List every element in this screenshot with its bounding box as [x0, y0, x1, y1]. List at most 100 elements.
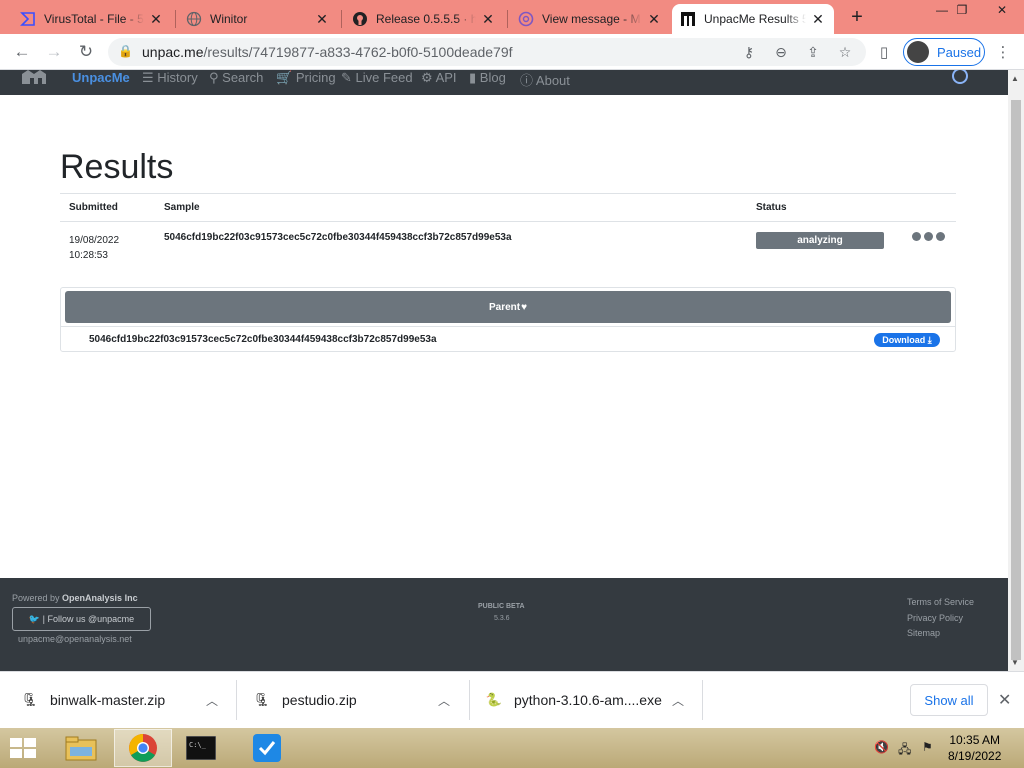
download-item[interactable]: 🗜 pestudio.zip ︿	[232, 678, 468, 722]
sitemap-link[interactable]: Sitemap	[907, 628, 940, 638]
book-icon: ▮	[469, 70, 477, 85]
reload-icon[interactable]: ↻	[74, 40, 98, 64]
nav-blog[interactable]: ▮ Blog	[469, 70, 506, 86]
tab-view-message[interactable]: View message - M ✕	[510, 4, 670, 34]
vertical-scrollbar[interactable]: ▲ ▼	[1008, 70, 1024, 671]
profile-button[interactable]: Paused	[903, 38, 985, 66]
close-icon[interactable]: ✕	[646, 11, 662, 27]
tab-separator	[175, 10, 176, 28]
site-brand[interactable]: UnpacMe	[72, 70, 130, 85]
sample-hash-link[interactable]: 5046cfd19bc22f03c91573cec5c72c0fbe30344f…	[164, 232, 512, 243]
contact-email[interactable]: unpacme@openanalysis.net	[18, 634, 132, 644]
zoom-icon[interactable]: ⊖	[772, 43, 790, 61]
new-tab-button[interactable]: +	[846, 6, 868, 28]
share-icon[interactable]: ⇪	[804, 43, 822, 61]
tab-separator	[341, 10, 342, 28]
tab-github-release[interactable]: Release 0.5.5.5 · ha ✕	[344, 4, 504, 34]
twitter-icon: 🐦	[28, 613, 41, 624]
close-icon[interactable]: ✕	[810, 11, 826, 27]
chevron-up-icon[interactable]: ︿	[438, 692, 450, 709]
nav-label: API	[435, 70, 457, 85]
back-arrow-icon[interactable]: ←	[10, 40, 34, 64]
side-panel-icon[interactable]: ▯	[874, 42, 894, 62]
terms-link[interactable]: Terms of Service	[907, 597, 974, 607]
network-icon[interactable]: 🖧	[898, 740, 911, 761]
close-icon[interactable]: ✕	[148, 11, 164, 27]
nav-label: Search	[222, 70, 264, 85]
chevron-up-icon[interactable]: ︿	[206, 692, 218, 709]
nav-history[interactable]: ☰ History	[142, 70, 198, 86]
url-host: unpac.me	[142, 44, 204, 60]
user-account-icon[interactable]	[952, 70, 968, 84]
close-icon[interactable]: ✕	[998, 690, 1011, 710]
download-item[interactable]: 🐍 python-3.10.6-am....exe ︿	[464, 678, 700, 722]
bookmark-star-icon[interactable]: ☆	[836, 43, 854, 61]
submitted-time: 10:28:53	[69, 250, 108, 261]
tab-virustotal[interactable]: VirusTotal - File - 5 ✕	[12, 4, 172, 34]
powered-company: OpenAnalysis Inc	[62, 593, 138, 603]
nav-label: Pricing	[295, 70, 336, 85]
virustotal-icon	[20, 11, 36, 27]
globe-icon	[186, 11, 202, 27]
nav-pricing[interactable]: 🛒 Pricing	[276, 70, 336, 86]
nav-about[interactable]: ⓘ About	[520, 70, 570, 89]
nav-live-feed[interactable]: ✎ Live Feed	[341, 70, 413, 86]
parent-toggle[interactable]: Parent ♥	[65, 291, 951, 323]
windows-start-icon[interactable]	[8, 736, 38, 760]
downloads-bar: 🗜 binwalk-master.zip ︿ 🗜 pestudio.zip ︿ …	[0, 671, 1024, 728]
nav-api[interactable]: ⚙ API	[421, 70, 457, 86]
nav-label: About	[535, 73, 570, 88]
site-navbar: UnpacMe ☰ History ⚲ Search 🛒 Pricing ✎ L…	[0, 70, 1008, 95]
close-icon[interactable]: ✕	[314, 11, 330, 27]
leaf-icon: ✎	[341, 70, 352, 85]
tab-title: UnpacMe Results 5	[704, 12, 806, 26]
download-item[interactable]: 🗜 binwalk-master.zip ︿	[0, 678, 236, 722]
chevron-up-icon[interactable]: ︿	[672, 692, 684, 709]
tab-winitor[interactable]: Winitor ✕	[178, 4, 338, 34]
submitted-date: 19/08/2022	[69, 235, 120, 246]
show-all-button[interactable]: Show all	[910, 684, 988, 716]
command-prompt-icon[interactable]: C:\_	[172, 729, 230, 767]
column-header-submitted: Submitted	[69, 202, 118, 213]
unpacme-logo-icon[interactable]	[20, 70, 48, 86]
scroll-down-icon[interactable]: ▼	[1011, 658, 1019, 667]
close-icon[interactable]: ✕	[480, 11, 496, 27]
version-label: 5.3.6	[494, 615, 510, 622]
column-header-status: Status	[756, 202, 787, 213]
file-explorer-icon[interactable]	[52, 729, 110, 767]
address-bar[interactable]: 🔒 unpac.me/results/74719877-a833-4762-b0…	[108, 38, 866, 66]
more-menu-icon[interactable]: ⋮	[993, 42, 1013, 62]
gears-icon: ⚙	[421, 70, 433, 85]
task-checklist-icon[interactable]	[238, 729, 296, 767]
avatar	[907, 41, 929, 63]
tab-title: Release 0.5.5.5 · ha	[376, 12, 476, 26]
more-options-icon[interactable]	[912, 232, 945, 241]
action-center-icon[interactable]: ⚑	[922, 740, 933, 754]
parent-label: Parent	[488, 301, 521, 313]
chrome-icon[interactable]	[114, 729, 172, 767]
download-button[interactable]: Download ⤓	[874, 333, 940, 347]
browser-toolbar: ← → ↻ 🔒 unpac.me/results/74719877-a833-4…	[0, 34, 1024, 70]
follow-twitter-button[interactable]: 🐦 | Follow us @unpacme	[12, 607, 151, 631]
nav-search[interactable]: ⚲ Search	[209, 70, 263, 86]
forward-arrow-icon[interactable]: →	[42, 40, 66, 64]
download-icon: ⤓	[927, 334, 932, 345]
tab-unpacme-results[interactable]: UnpacMe Results 5 ✕	[672, 4, 834, 34]
windows-taskbar: C:\_ 🔇 🖧 ⚑ 10:35 AM 8/19/2022	[0, 728, 1024, 768]
privacy-link[interactable]: Privacy Policy	[907, 613, 963, 623]
window-close-icon[interactable]: ✕	[986, 0, 1018, 20]
restore-icon[interactable]: ❐	[946, 0, 978, 20]
parent-card: Parent ♥ 5046cfd19bc22f03c91573cec5c72c0f…	[60, 287, 956, 352]
divider	[60, 221, 956, 222]
follow-label: | Follow us @unpacme	[42, 614, 135, 624]
tab-title: View message - M	[542, 12, 641, 26]
system-clock[interactable]: 10:35 AM 8/19/2022	[948, 732, 1001, 764]
volume-muted-icon[interactable]: 🔇	[874, 740, 889, 754]
key-icon[interactable]: ⚷	[740, 43, 758, 61]
site-footer: Powered by OpenAnalysis Inc 🐦 | Follow u…	[0, 578, 1008, 671]
tab-separator	[507, 10, 508, 28]
divider	[60, 193, 956, 194]
cart-icon: 🛒	[276, 70, 293, 85]
scroll-up-icon[interactable]: ▲	[1011, 74, 1019, 83]
scrollbar-thumb[interactable]	[1011, 100, 1021, 660]
